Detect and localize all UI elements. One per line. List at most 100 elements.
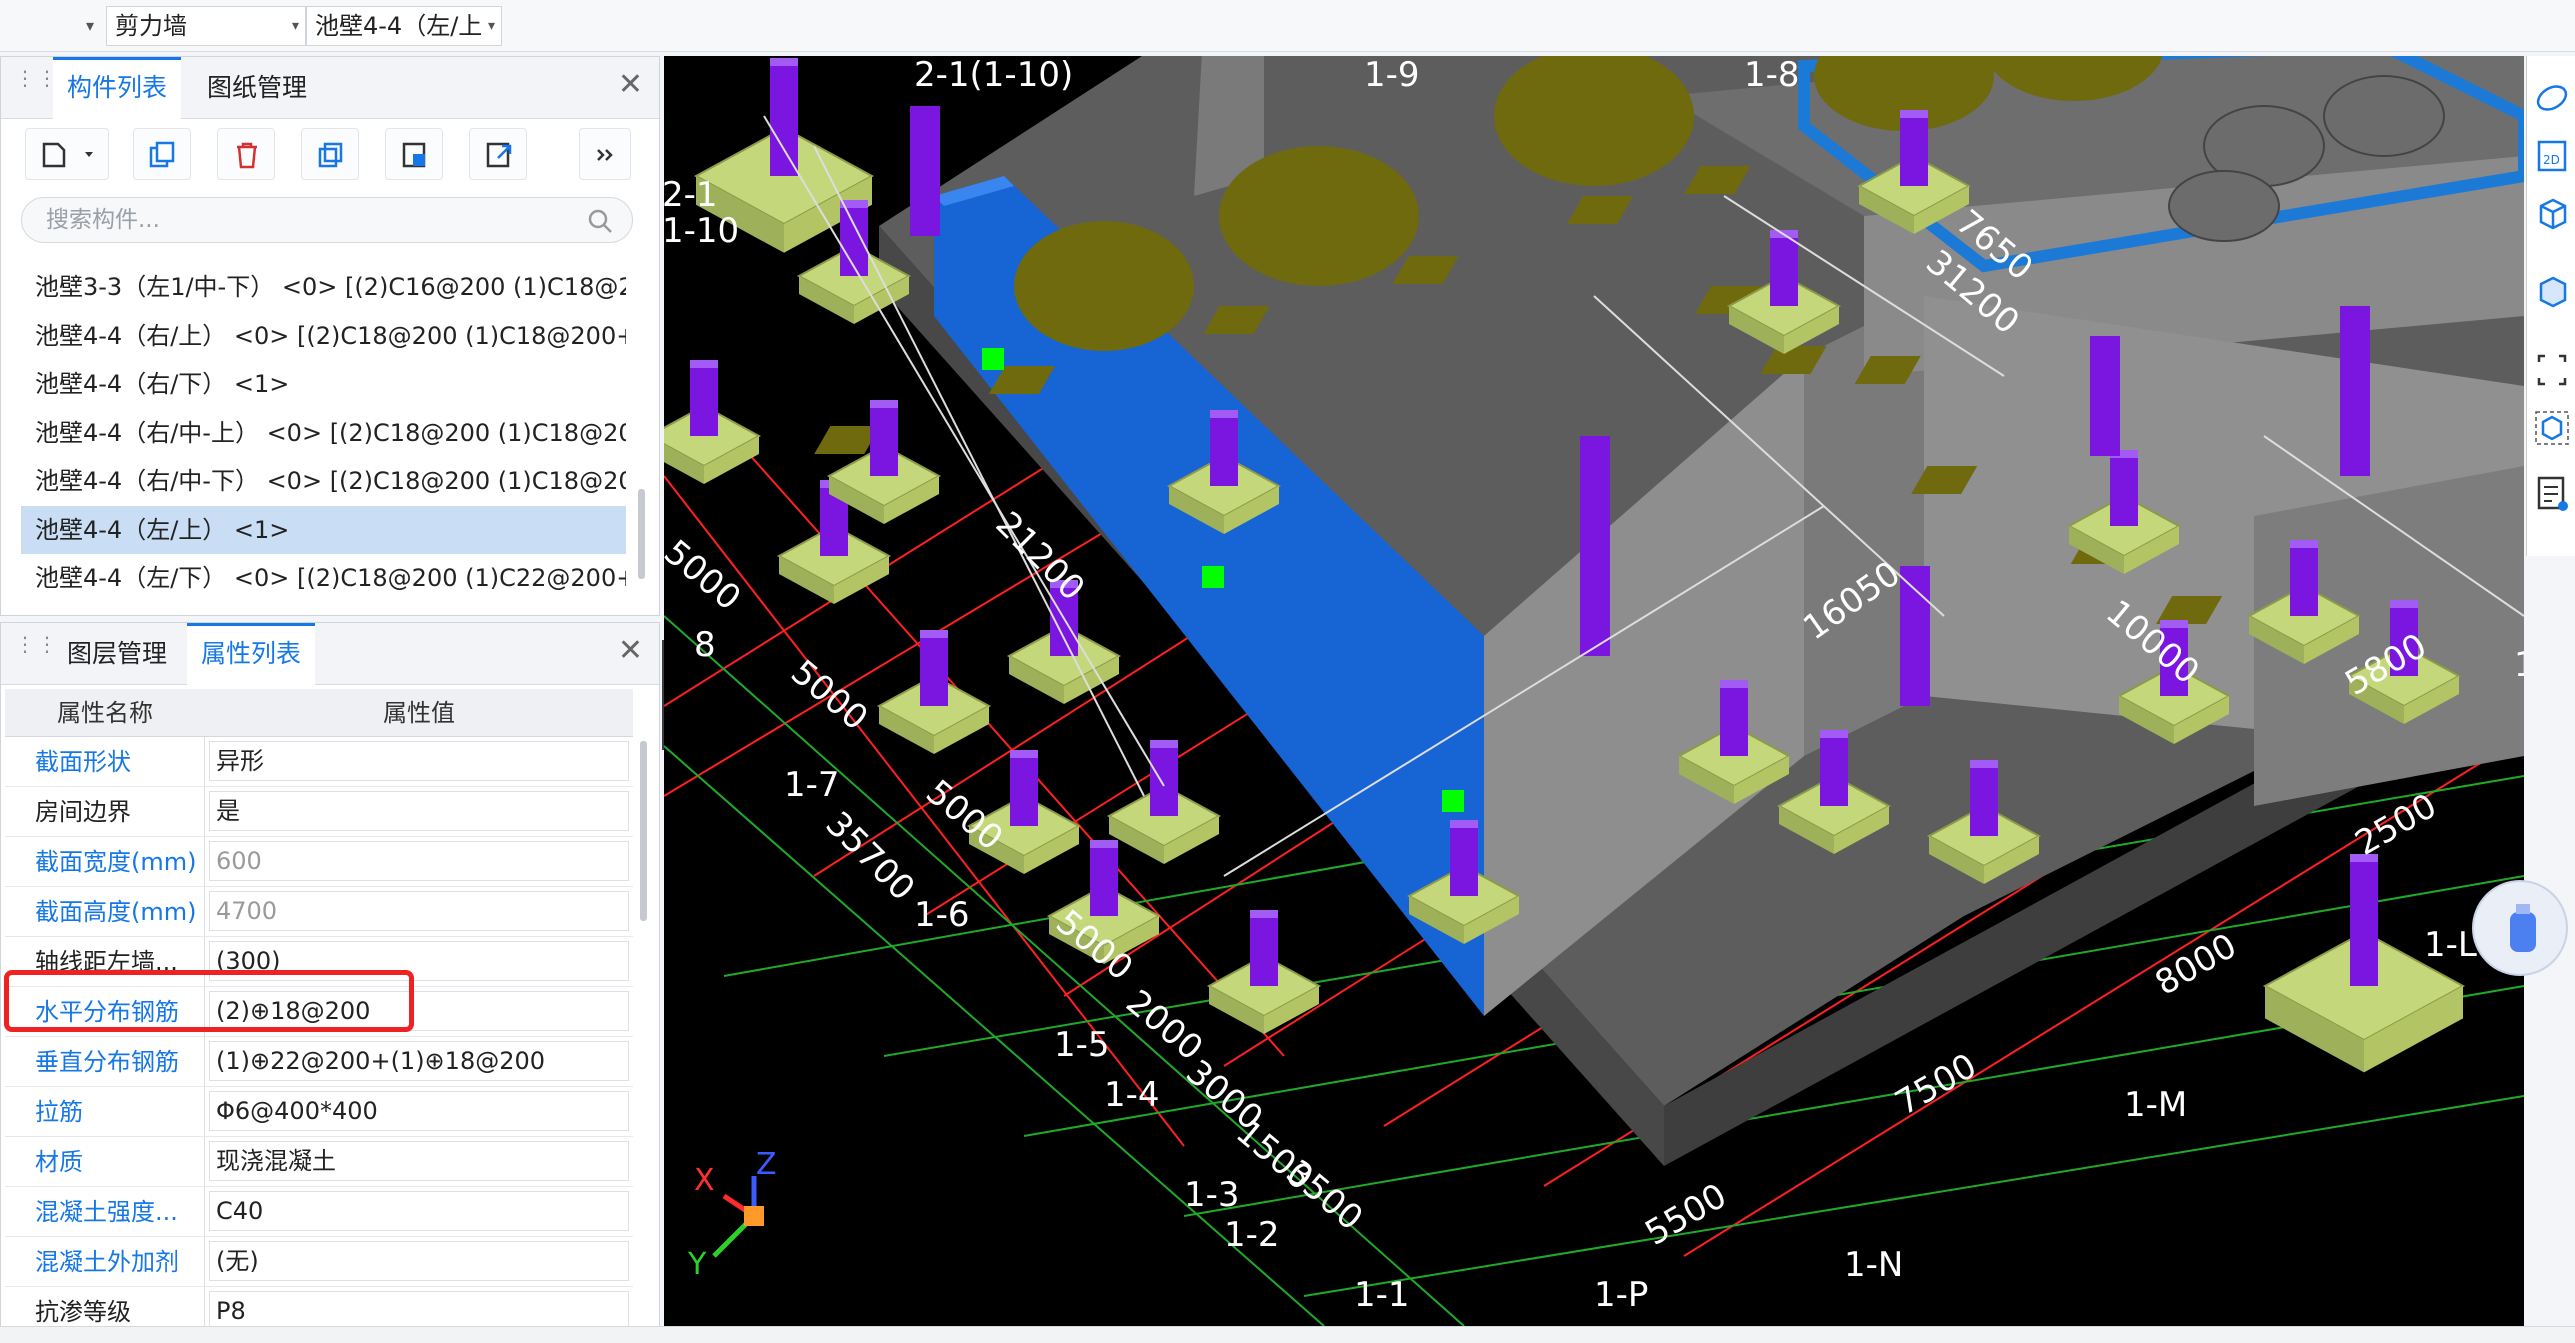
column-top [770, 58, 798, 66]
property-row[interactable]: 拉筋 Φ6@400*400 [5, 1087, 633, 1137]
axis-label: 1-7 [784, 765, 840, 805]
tab-layer-management[interactable]: 图层管理 [53, 623, 181, 685]
more-button[interactable] [579, 128, 631, 180]
axis-label: 1-8 [1744, 56, 1800, 95]
column-top [1250, 910, 1278, 918]
view-2d-button[interactable]: 2D [2533, 134, 2571, 178]
list-item-selected[interactable]: 池壁4-4（左/上） <1> [21, 505, 626, 554]
column [1010, 756, 1038, 826]
floor-copy-button[interactable] [385, 128, 443, 180]
property-row[interactable]: 截面形状 异形 [5, 737, 633, 787]
property-row[interactable]: 截面高度(mm) 4700 [5, 887, 633, 937]
property-value-field[interactable]: 600 [209, 841, 629, 881]
isolate-view-button[interactable] [2533, 406, 2571, 450]
triad-y-label: Y [687, 1247, 707, 1282]
tab-drawing-management[interactable]: 图纸管理 [193, 57, 321, 119]
property-row[interactable]: 材质 现浇混凝土 [5, 1137, 633, 1187]
list-scrollbar[interactable] [638, 489, 645, 579]
category-combo[interactable]: 剪力墙 ▾ [106, 6, 306, 46]
component-search[interactable] [21, 197, 633, 243]
property-value-field[interactable]: P8 [209, 1291, 629, 1331]
property-row[interactable]: 垂直分布钢筋 (1)⊕22@200+(1)⊕18@200 [5, 1037, 633, 1087]
export-icon [486, 142, 512, 168]
axis-label: 1-4 [1104, 1075, 1160, 1115]
close-icon[interactable]: ✕ [618, 67, 643, 102]
dimension-label: 35700 [818, 804, 923, 909]
delete-button[interactable] [217, 128, 275, 180]
component-combo[interactable]: 池壁4-4（左/上 ▾ [306, 6, 502, 46]
column-header-name: 属性名称 [57, 699, 153, 727]
list-item[interactable]: 池壁3-3（左1/中-下） <0> [(2)C16@200 (1)C18@20 [21, 263, 626, 312]
property-value-field[interactable]: 异形 [209, 741, 629, 781]
top-toolbar: ▾ 剪力墙 ▾ 池壁4-4（左/上 ▾ [0, 0, 2575, 52]
view-3d-button[interactable] [2533, 192, 2571, 236]
list-item[interactable]: 池壁4-4（右/中-上） <0> [(2)C18@200 (1)C18@200 [21, 409, 626, 458]
new-component-button[interactable] [25, 128, 109, 180]
property-row[interactable]: 混凝土外加剂 (无) [5, 1237, 633, 1287]
properties-view-button[interactable] [2533, 472, 2571, 516]
dimension-label: 2000 [1118, 982, 1210, 1068]
property-value-field[interactable]: (无) [209, 1241, 629, 1281]
floor-copy-icon [402, 142, 426, 168]
orbit-button[interactable] [2533, 76, 2571, 120]
property-table: 属性名称 属性值 截面形状 异形 房间边界是截面宽度(mm) 600 截面高度(mm) 4… [5, 689, 633, 1337]
copy-button[interactable] [133, 128, 191, 180]
column-top [920, 630, 948, 638]
list-item[interactable]: 池壁4-4（右/中-下） <0> [(2)C18@200 (1)C18@200 [21, 457, 626, 506]
property-value-field[interactable]: (2)⊕18@200 [209, 991, 629, 1031]
axis-label: 1 [2514, 645, 2524, 685]
drag-grip-icon[interactable]: ⋮⋮ [15, 634, 57, 669]
search-icon[interactable] [586, 207, 614, 235]
column-top [1090, 840, 1118, 848]
3d-viewport[interactable]: 2-1(1-10) 1-9 1-8 2-1 1-10 8 1-7 1-6 1-5 1-4 1-3 1-… [664, 56, 2524, 1326]
dimension-label: 5000 [783, 652, 875, 738]
chevron-down-icon[interactable]: ▾ [86, 16, 94, 35]
list-item[interactable]: 池壁4-4（右/下） <1> [21, 360, 626, 409]
property-row[interactable]: 混凝土强度... C40 [5, 1187, 633, 1237]
tab-property-list[interactable]: 属性列表 [187, 623, 316, 685]
property-row[interactable]: 截面宽度(mm) 600 [5, 837, 633, 887]
fullscreen-button[interactable] [2533, 348, 2571, 392]
close-icon[interactable]: ✕ [618, 633, 643, 668]
drag-grip-icon[interactable]: ⋮⋮ [15, 68, 57, 103]
export-button[interactable] [469, 128, 527, 180]
axis-label: 1-5 [1054, 1025, 1110, 1065]
property-scrollbar[interactable] [640, 741, 647, 921]
copy-icon [149, 141, 175, 168]
axis-label: 1-1 [1354, 1275, 1410, 1315]
axis-label: 2-1 [664, 175, 718, 215]
search-input[interactable] [44, 204, 564, 236]
list-item[interactable]: 池壁4-4（右/上） <0> [(2)C18@200 (1)C18@200+(1 [21, 312, 626, 361]
3d-scene: 2-1(1-10) 1-9 1-82-11-1081-71-61-51-41-31-… [664, 56, 2524, 1326]
axis-label: 1-10 [664, 211, 739, 251]
column-top [870, 400, 898, 408]
property-value-field[interactable]: Φ6@400*400 [209, 1091, 629, 1131]
list-item[interactable]: 池壁4-4（左/下） <0> [(2)C18@200 (1)C22@200+(1 [21, 554, 626, 603]
property-value-field[interactable]: C40 [209, 1191, 629, 1231]
orbit-icon [2536, 85, 2568, 111]
property-value-field[interactable]: 是 [209, 791, 629, 831]
column [2290, 546, 2318, 616]
property-value-field[interactable]: (1)⊕22@200+(1)⊕18@200 [209, 1041, 629, 1081]
column [1900, 116, 1928, 186]
duplicate-button[interactable] [301, 128, 359, 180]
column [910, 106, 940, 236]
column-top [1150, 740, 1178, 748]
column [1770, 236, 1798, 306]
axis-label: 1-N [1844, 1245, 1903, 1285]
property-value-field[interactable]: 4700 [209, 891, 629, 931]
assistant-float-button[interactable] [2472, 880, 2568, 976]
column [1820, 736, 1848, 806]
property-row[interactable]: 轴线距左墙... (300) [5, 937, 633, 987]
property-name: 材质 [5, 1137, 205, 1186]
property-row[interactable]: 房间边界是 [5, 787, 633, 837]
column [1970, 766, 1998, 836]
property-name: 轴线距左墙... [5, 937, 205, 986]
column [1450, 826, 1478, 896]
property-value-field[interactable]: (300) [209, 941, 629, 981]
property-value-field[interactable]: 现浇混凝土 [209, 1141, 629, 1181]
solid-view-button[interactable] [2533, 270, 2571, 314]
property-row[interactable]: 水平分布钢筋 (2)⊕18@200 [5, 987, 633, 1037]
tab-component-list[interactable]: 构件列表 [53, 57, 182, 119]
svg-text:2D: 2D [2543, 153, 2560, 167]
